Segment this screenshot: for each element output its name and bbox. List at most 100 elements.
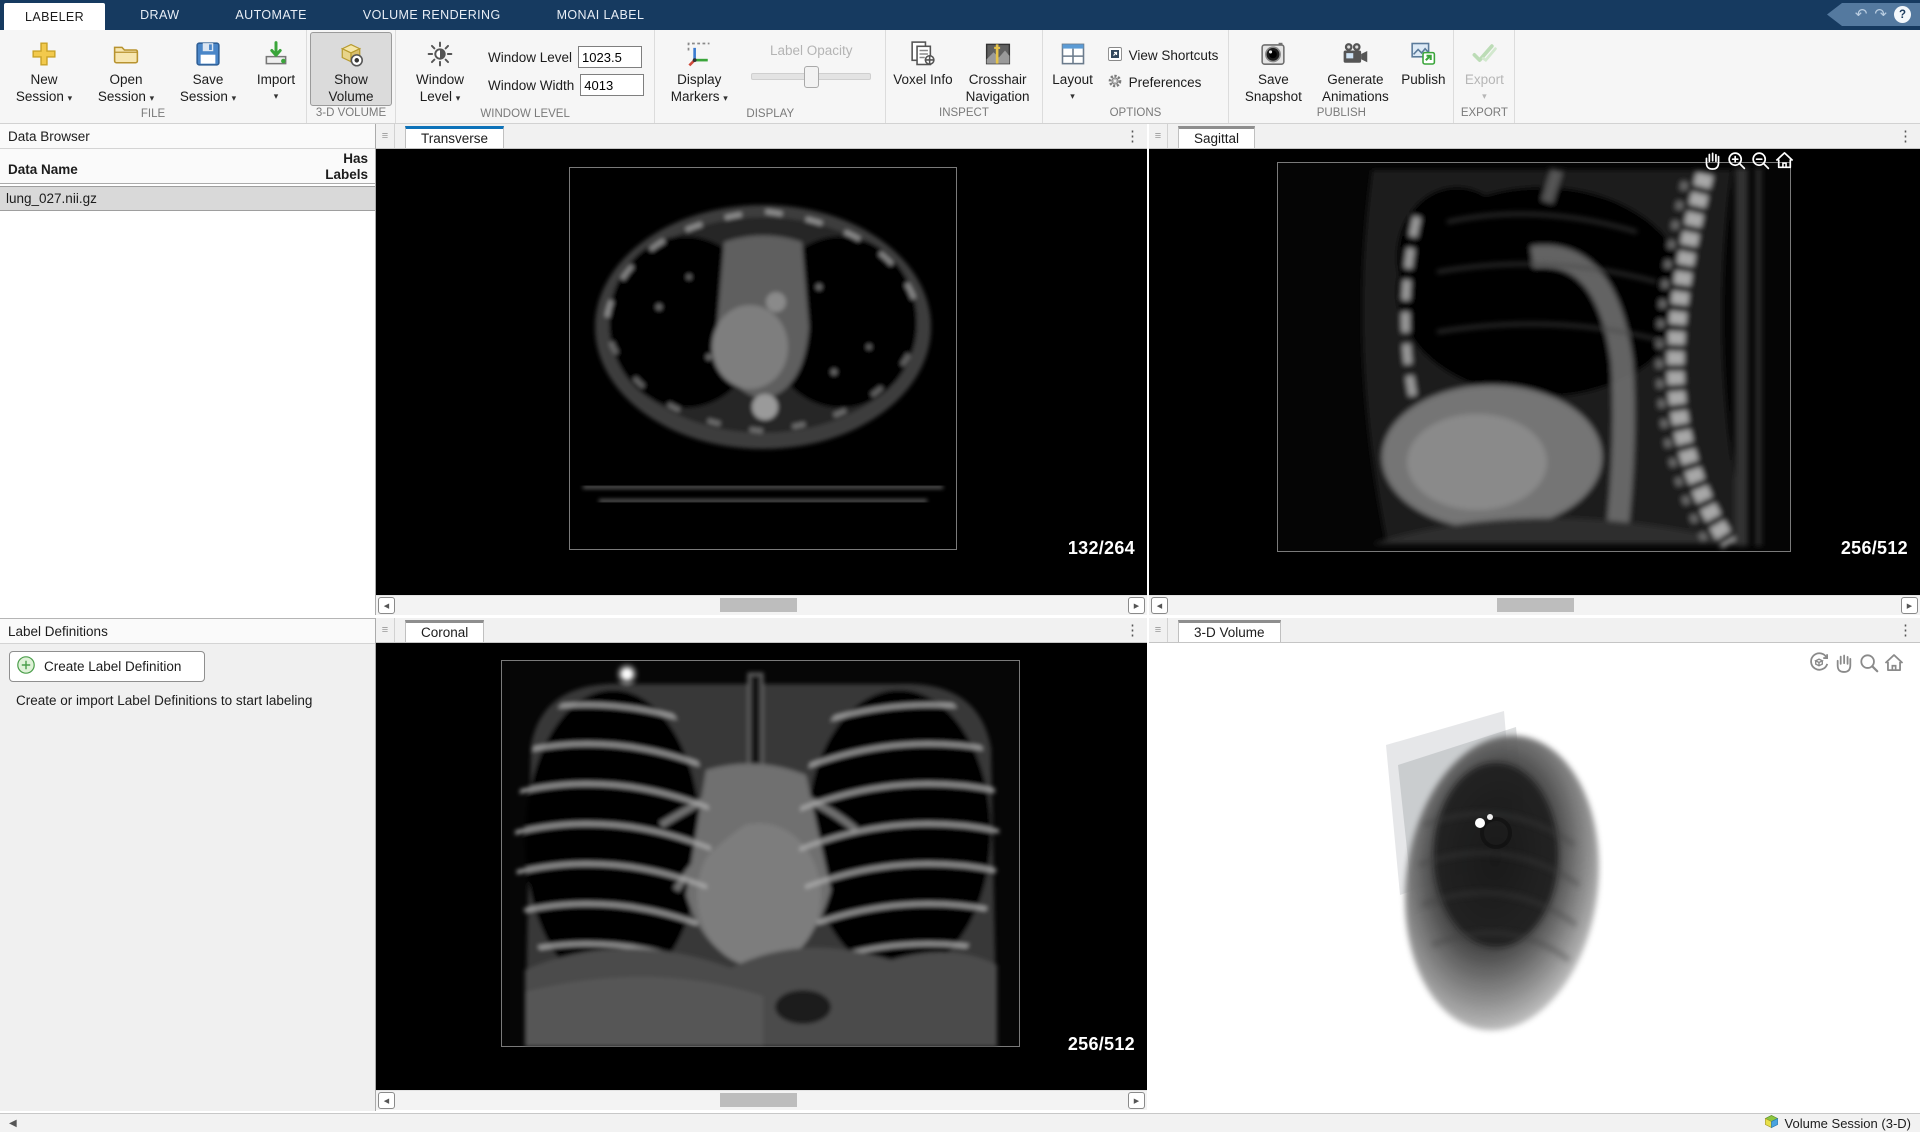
- scroll-left-icon[interactable]: ◀: [378, 1092, 395, 1109]
- transverse-scroll-thumb[interactable]: [720, 598, 797, 612]
- layout-button[interactable]: Layout ▾: [1046, 32, 1100, 106]
- open-session-button[interactable]: Open Session ▾: [85, 32, 167, 107]
- transverse-canvas[interactable]: 132/264: [376, 149, 1147, 595]
- import-button[interactable]: Import▾: [249, 32, 303, 107]
- crosshair-navigation-button[interactable]: Crosshair Navigation: [957, 32, 1039, 106]
- label-opacity-control: Label Opacity: [740, 32, 882, 107]
- show-volume-toggle[interactable]: Show Volume: [310, 32, 392, 106]
- coronal-slice-scrollbar[interactable]: ◀ ▶: [376, 1090, 1147, 1110]
- new-session-label: New Session: [16, 72, 64, 104]
- panel-grip-icon[interactable]: ≡: [1149, 618, 1168, 642]
- zoom-icon[interactable]: [1858, 652, 1880, 674]
- transverse-slice-indicator: 132/264: [1068, 538, 1135, 559]
- create-label-plus-icon: [16, 655, 36, 678]
- label-opacity-label: Label Opacity: [770, 43, 853, 58]
- view-shortcuts-button[interactable]: View Shortcuts: [1107, 46, 1219, 65]
- pan-hand-icon[interactable]: [1833, 652, 1855, 674]
- volume-axes-toolbar: [1808, 652, 1905, 674]
- transverse-menu-icon[interactable]: ⋮: [1125, 129, 1140, 144]
- tab-coronal[interactable]: Coronal: [405, 620, 484, 642]
- tab-3d-volume[interactable]: 3-D Volume: [1178, 620, 1281, 642]
- redo-icon[interactable]: ↷: [1874, 7, 1887, 22]
- scroll-right-icon[interactable]: ▶: [1128, 597, 1145, 614]
- coronal-menu-icon[interactable]: ⋮: [1125, 623, 1140, 638]
- window-level-field-label: Window Level: [488, 50, 572, 65]
- scroll-right-icon[interactable]: ▶: [1128, 1092, 1145, 1109]
- scroll-right-icon[interactable]: ▶: [1901, 597, 1918, 614]
- layout-label: Layout: [1052, 72, 1093, 87]
- ribbon-tab-monai-label[interactable]: MONAI LABEL: [536, 0, 666, 30]
- sagittal-menu-icon[interactable]: ⋮: [1898, 129, 1913, 144]
- home-icon[interactable]: [1774, 150, 1795, 171]
- label-opacity-slider-thumb[interactable]: [804, 66, 819, 88]
- generate-animations-button[interactable]: Generate Animations: [1314, 32, 1396, 106]
- group-label-display: DISPLAY: [655, 107, 885, 123]
- tab-transverse[interactable]: Transverse: [405, 126, 504, 148]
- data-row-lung-027[interactable]: lung_027.nii.gz: [0, 186, 375, 211]
- group-label-window-level: WINDOW LEVEL: [396, 107, 654, 123]
- viewport-3d-volume: ≡ 3-D Volume ⋮: [1149, 618, 1920, 1110]
- data-browser-title: Data Browser: [0, 124, 375, 149]
- volume-menu-icon[interactable]: ⋮: [1898, 623, 1913, 638]
- medical-image-labeler-window: LABELER DRAW AUTOMATE VOLUME RENDERING M…: [0, 0, 1920, 1132]
- sagittal-scroll-thumb[interactable]: [1497, 598, 1574, 612]
- publish-label: Publish: [1401, 72, 1445, 89]
- display-markers-button[interactable]: Display Markers ▾: [658, 32, 740, 107]
- coronal-canvas[interactable]: 256/512: [376, 643, 1147, 1091]
- ribbon-tab-labeler[interactable]: LABELER: [4, 3, 105, 30]
- window-level-button[interactable]: Window Level ▾: [399, 32, 481, 107]
- status-bar: ◀ Volume Session (3-D): [0, 1113, 1920, 1132]
- zoom-out-icon[interactable]: [1750, 150, 1771, 171]
- label-opacity-slider[interactable]: [751, 73, 871, 80]
- display-markers-label: Display Markers: [671, 72, 722, 104]
- toolstrip: New Session ▾ Open Session ▾ Save Sessio…: [0, 30, 1920, 124]
- sagittal-axes-toolbar: [1702, 150, 1795, 171]
- panel-grip-icon[interactable]: ≡: [1149, 124, 1168, 148]
- sagittal-slice-indicator: 256/512: [1841, 538, 1908, 559]
- coronal-scroll-thumb[interactable]: [720, 1093, 797, 1107]
- save-session-button[interactable]: Save Session ▾: [167, 32, 249, 107]
- transverse-slice-scrollbar[interactable]: ◀ ▶: [376, 595, 1147, 615]
- ribbon-tab-volume-rendering[interactable]: VOLUME RENDERING: [342, 0, 522, 30]
- window-level-fields: Window Level Window Width: [481, 32, 651, 107]
- generate-animations-label: Generate Animations: [1318, 72, 1392, 105]
- rotate-3d-icon[interactable]: [1808, 652, 1830, 674]
- tab-sagittal[interactable]: Sagittal: [1178, 126, 1255, 148]
- panel-grip-icon[interactable]: ≡: [376, 618, 395, 642]
- panel-grip-icon[interactable]: ≡: [376, 124, 395, 148]
- scroll-left-icon[interactable]: ◀: [378, 597, 395, 614]
- preferences-button[interactable]: Preferences: [1107, 73, 1219, 92]
- create-label-definition-button[interactable]: Create Label Definition: [9, 651, 205, 682]
- publish-button[interactable]: Publish: [1396, 32, 1450, 106]
- group-options: Layout ▾ View Shortcuts Preferences: [1043, 30, 1230, 123]
- scroll-left-icon[interactable]: ◀: [1151, 597, 1168, 614]
- window-width-input[interactable]: [580, 74, 644, 96]
- generate-animations-icon: [1341, 36, 1369, 72]
- sagittal-slice-scrollbar[interactable]: ◀ ▶: [1149, 595, 1920, 615]
- home-icon[interactable]: [1883, 652, 1905, 674]
- save-snapshot-button[interactable]: Save Snapshot: [1232, 32, 1314, 106]
- help-icon[interactable]: ?: [1894, 6, 1911, 23]
- dropdown-arrow-icon: ▾: [1052, 89, 1093, 103]
- dropdown-arrow-icon: ▾: [456, 93, 461, 103]
- pan-hand-icon[interactable]: [1702, 150, 1723, 171]
- volume-header: ≡ 3-D Volume ⋮: [1149, 618, 1920, 643]
- dropdown-arrow-icon: ▾: [68, 93, 73, 103]
- status-collapse-icon[interactable]: ◀: [9, 1118, 17, 1129]
- zoom-in-icon[interactable]: [1726, 150, 1747, 171]
- ribbon-tab-draw[interactable]: DRAW: [119, 0, 200, 30]
- window-level-input[interactable]: [578, 46, 642, 68]
- sagittal-canvas[interactable]: 256/512: [1149, 149, 1920, 595]
- column-data-name: Data Name: [8, 162, 78, 177]
- voxel-info-button[interactable]: Voxel Info: [889, 32, 956, 106]
- open-session-icon: [112, 36, 140, 72]
- volume-canvas[interactable]: [1149, 643, 1920, 1110]
- new-session-button[interactable]: New Session ▾: [3, 32, 85, 107]
- group-inspect: Voxel Info Crosshair Navigation INSPECT: [886, 30, 1042, 123]
- export-button[interactable]: Export▾: [1457, 32, 1511, 106]
- group-label-publish: PUBLISH: [1229, 106, 1453, 123]
- export-icon: [1470, 36, 1498, 72]
- ribbon-tab-automate[interactable]: AUTOMATE: [214, 0, 328, 30]
- undo-icon[interactable]: ↶: [1855, 7, 1868, 22]
- group-file: New Session ▾ Open Session ▾ Save Sessio…: [0, 30, 307, 123]
